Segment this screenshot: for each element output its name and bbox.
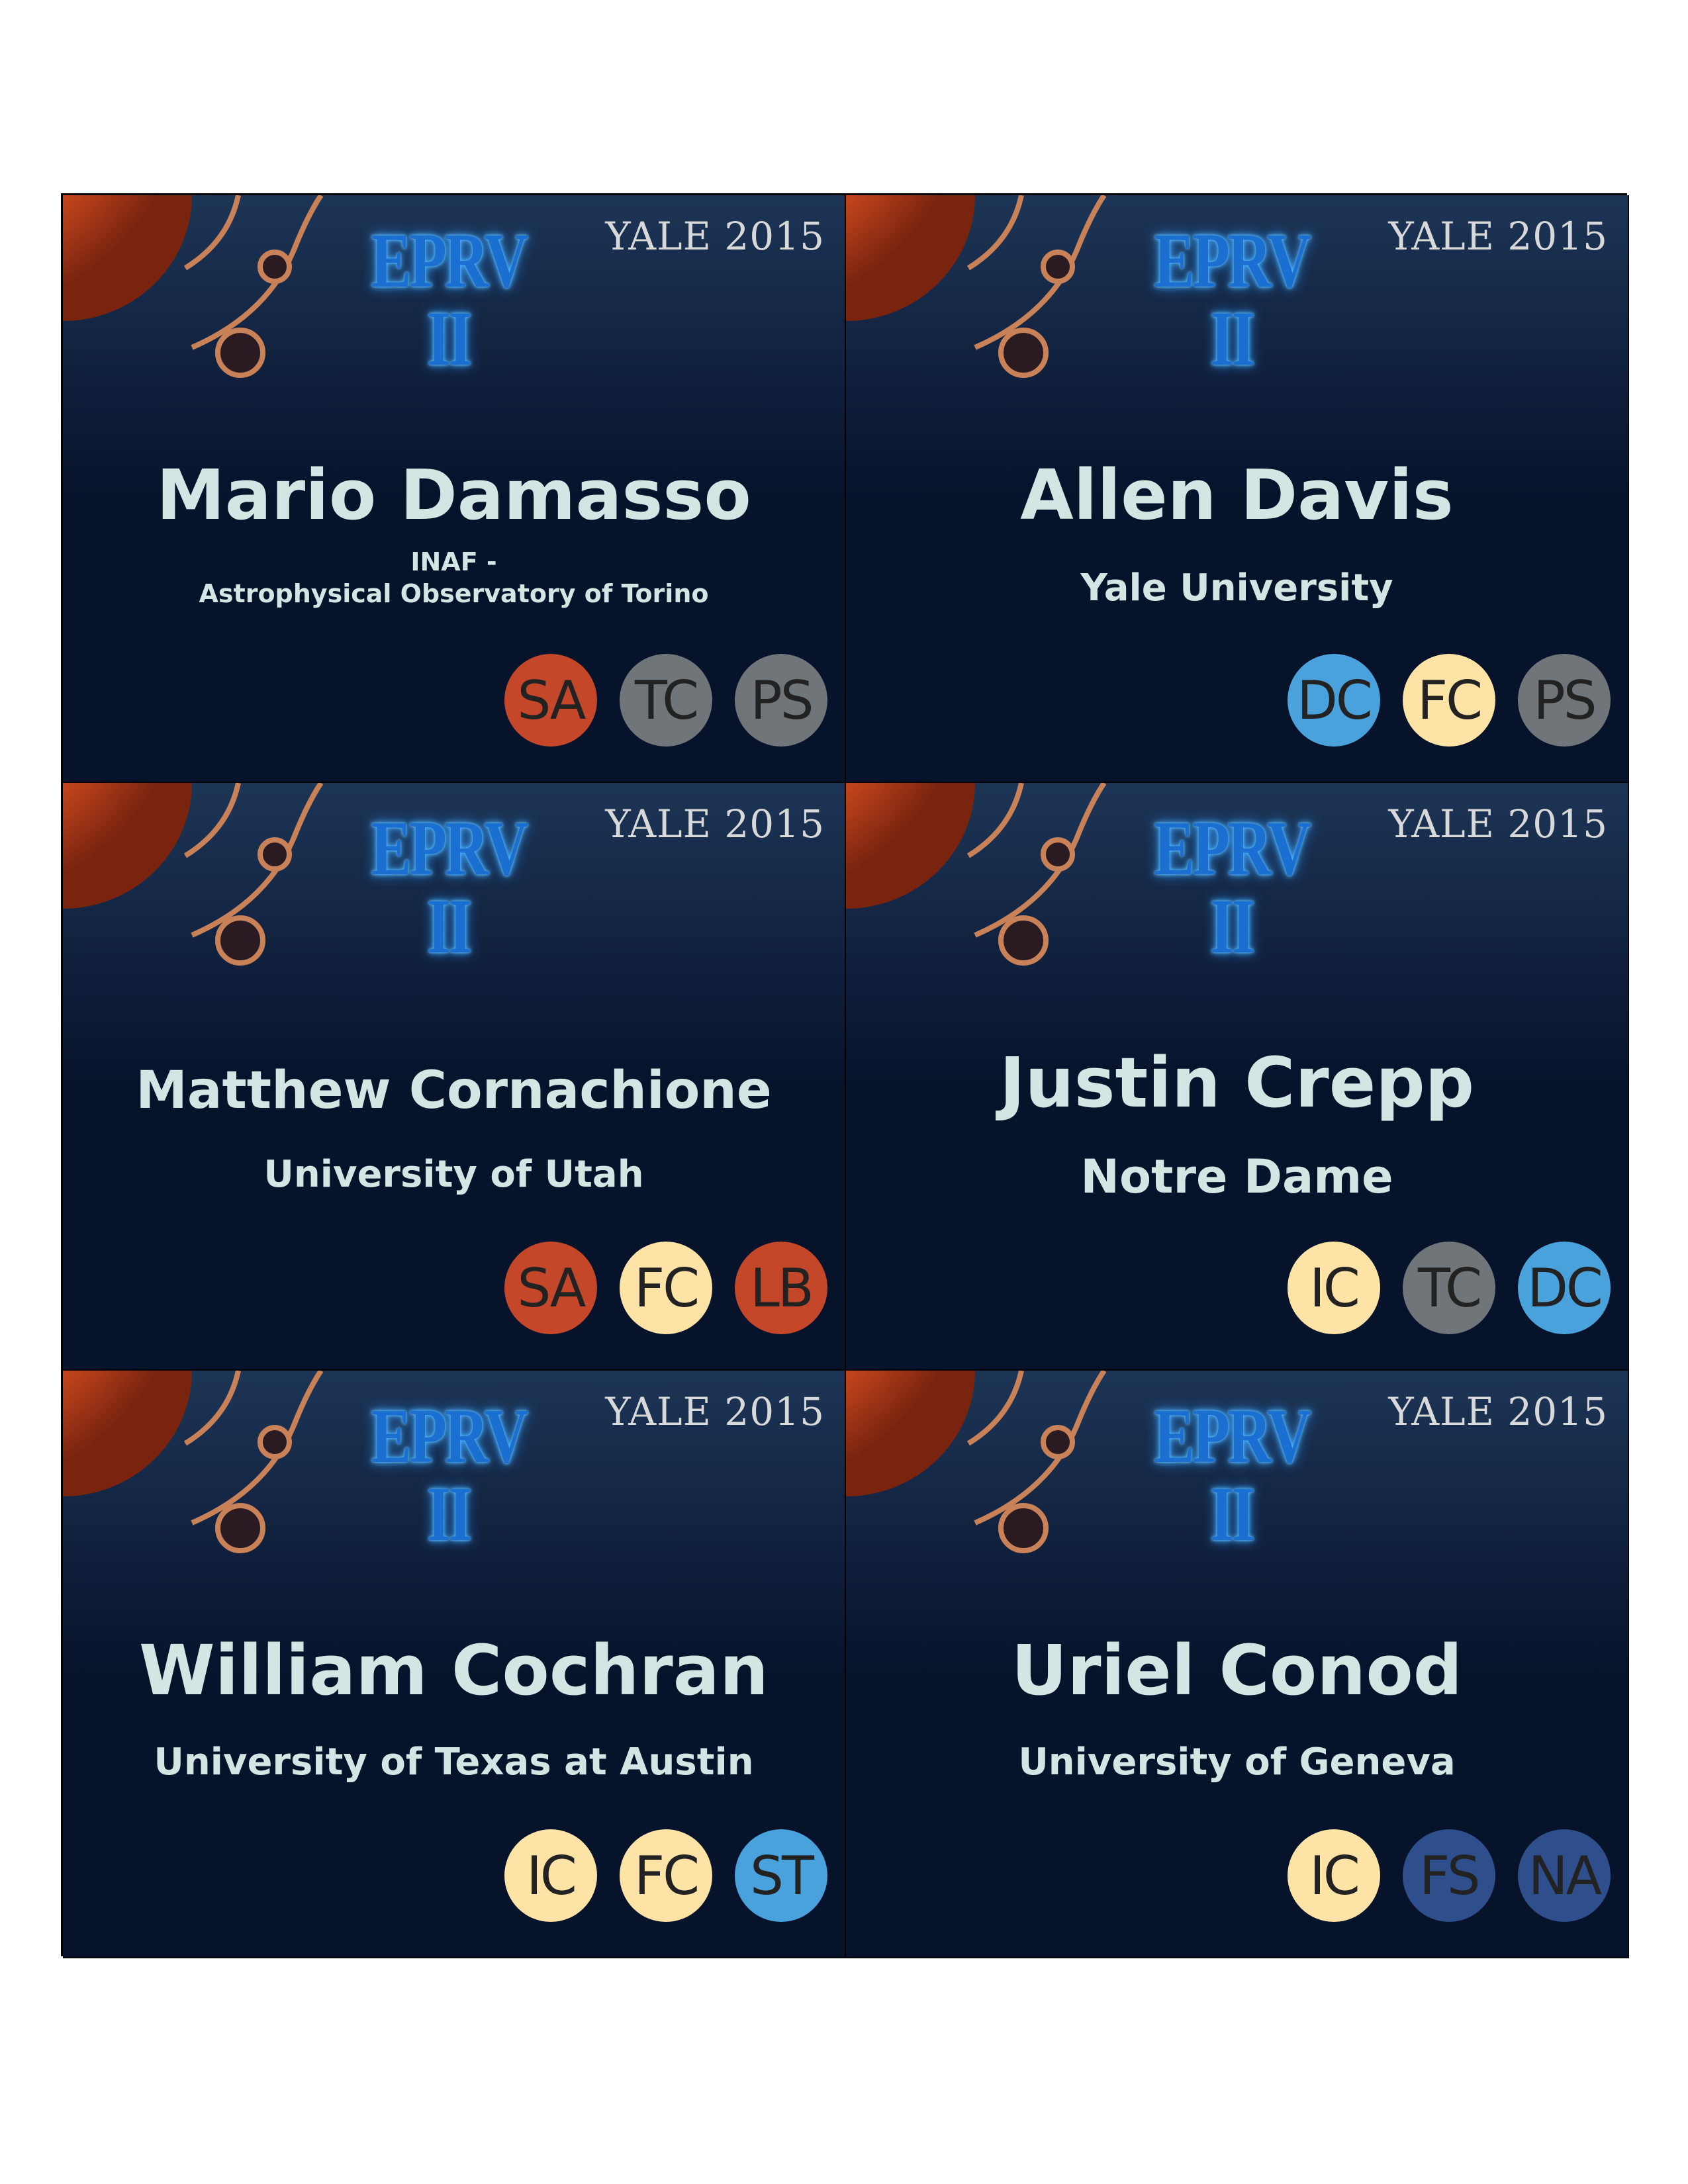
venue-year: YALE 2015 (605, 214, 825, 259)
tag-circle: FS (1403, 1829, 1495, 1922)
tag-circle: NA (1518, 1829, 1611, 1922)
name-badge: EPRV II YALE 2015 Matthew Cornachione Un… (63, 783, 846, 1371)
affiliation-line-1: Yale University (1080, 567, 1393, 610)
name-badge: EPRV II YALE 2015 Mario Damasso INAF - A… (63, 195, 846, 783)
planet-large-icon (215, 915, 265, 966)
affiliation-line-1: University of Geneva (1018, 1741, 1456, 1784)
name-badge: EPRV II YALE 2015 Uriel Conod University… (846, 1371, 1629, 1958)
tag-circle: IC (1288, 1242, 1380, 1334)
attendee-name: Allen Davis (1020, 455, 1454, 535)
badge-sheet: EPRV II YALE 2015 Mario Damasso INAF - A… (61, 193, 1629, 1958)
planet-large-icon (998, 1503, 1049, 1553)
planet-small-icon (258, 250, 292, 284)
tag-circle: FC (620, 1829, 712, 1922)
planet-small-icon (258, 1425, 292, 1459)
tag-list: IC FC ST (504, 1829, 827, 1922)
planet-small-icon (1041, 837, 1075, 872)
tag-circle: TC (1403, 1242, 1495, 1334)
tag-circle: LB (735, 1242, 827, 1334)
planet-large-icon (998, 915, 1049, 966)
venue-year: YALE 2015 (1388, 1389, 1608, 1434)
name-badge: EPRV II YALE 2015 William Cochran Univer… (63, 1371, 846, 1958)
tag-circle: DC (1288, 654, 1380, 747)
venue-year: YALE 2015 (605, 801, 825, 846)
tag-circle: IC (504, 1829, 597, 1922)
tag-circle: IC (1288, 1829, 1380, 1922)
affiliation-line-1: University of Texas at Austin (154, 1741, 754, 1784)
event-logo: EPRV II (371, 1392, 528, 1557)
tag-circle: DC (1518, 1242, 1611, 1334)
event-logo: EPRV II (1154, 217, 1311, 382)
tag-circle: PS (735, 654, 827, 747)
tag-list: IC FS NA (1288, 1829, 1611, 1922)
tag-circle: PS (1518, 654, 1611, 747)
tag-circle: SA (504, 654, 597, 747)
attendee-name: Matthew Cornachione (136, 1061, 772, 1120)
event-logo: EPRV II (371, 217, 528, 382)
affiliation-line-1: University of Utah (263, 1153, 644, 1196)
name-badge: EPRV II YALE 2015 Allen Davis Yale Unive… (846, 195, 1629, 783)
tag-circle: FC (1403, 654, 1495, 747)
event-logo: EPRV II (1154, 1392, 1311, 1557)
tag-list: SA TC PS (504, 654, 827, 747)
venue-year: YALE 2015 (1388, 214, 1608, 259)
planet-large-icon (215, 1503, 265, 1553)
tag-list: SA FC LB (504, 1242, 827, 1334)
attendee-name: William Cochran (138, 1630, 769, 1711)
attendee-name: Uriel Conod (1011, 1630, 1463, 1711)
attendee-name: Mario Damasso (156, 455, 751, 535)
name-badge: EPRV II YALE 2015 Justin Crepp Notre Dam… (846, 783, 1629, 1371)
planet-large-icon (215, 328, 265, 378)
venue-year: YALE 2015 (1388, 801, 1608, 846)
tag-circle: FC (620, 1242, 712, 1334)
tag-circle: ST (735, 1829, 827, 1922)
event-logo: EPRV II (371, 805, 528, 970)
tag-list: DC FC PS (1288, 654, 1611, 747)
affiliation-line-1: Notre Dame (1080, 1150, 1393, 1204)
planet-small-icon (1041, 1425, 1075, 1459)
venue-year: YALE 2015 (605, 1389, 825, 1434)
tag-list: IC TC DC (1288, 1242, 1611, 1334)
planet-large-icon (998, 328, 1049, 378)
planet-small-icon (1041, 250, 1075, 284)
affiliation-line-2: Astrophysical Observatory of Torino (199, 579, 709, 608)
event-logo: EPRV II (1154, 805, 1311, 970)
tag-circle: SA (504, 1242, 597, 1334)
attendee-name: Justin Crepp (999, 1042, 1475, 1123)
affiliation-line-1: INAF - (410, 547, 497, 576)
tag-circle: TC (620, 654, 712, 747)
planet-small-icon (258, 837, 292, 872)
